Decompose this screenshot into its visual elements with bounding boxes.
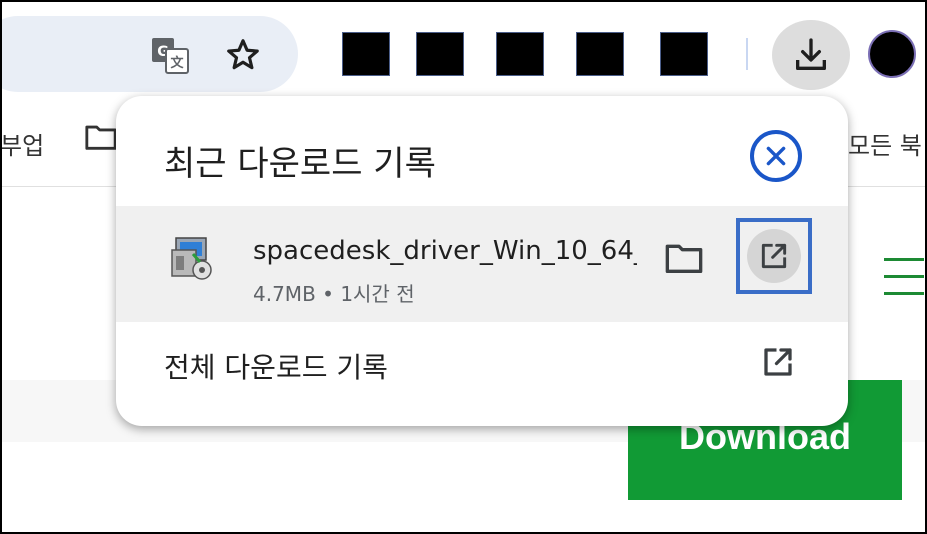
bookmark-star-icon[interactable] <box>222 34 264 76</box>
download-file-name[interactable]: spacedesk_driver_Win_10_64_ <box>253 236 637 266</box>
all-downloads-label[interactable]: 전체 다운로드 기록 <box>164 346 388 386</box>
open-file-button-bg <box>747 229 801 283</box>
translate-icon[interactable]: G 文 <box>150 36 190 76</box>
popup-title: 최근 다운로드 기록 <box>164 144 436 184</box>
close-button[interactable] <box>750 130 802 182</box>
extension-button-5[interactable] <box>660 32 708 76</box>
extension-button-4[interactable] <box>576 32 624 76</box>
extension-button-2[interactable] <box>416 32 464 76</box>
download-file-meta: 4.7MB • 1시간 전 <box>253 278 415 307</box>
installer-icon <box>166 232 218 288</box>
svg-text:文: 文 <box>170 55 184 71</box>
close-circle-icon <box>763 143 789 169</box>
download-time: 1시간 전 <box>340 282 415 306</box>
folder-icon <box>664 240 704 276</box>
bookmark-item-left[interactable]: 부업 <box>0 126 44 161</box>
open-external-icon[interactable] <box>760 344 796 384</box>
avatar[interactable] <box>868 30 916 78</box>
toolbar-separator <box>746 38 748 70</box>
download-item[interactable]: spacedesk_driver_Win_10_64_ 4.7MB • 1시간 … <box>116 206 848 322</box>
downloads-popup: 최근 다운로드 기록 spacedesk_driver_Win_10_64_ 4… <box>116 96 848 426</box>
download-icon <box>790 34 832 76</box>
open-file-button[interactable] <box>736 218 812 294</box>
bookmark-item-all[interactable]: 모든 북 <box>848 126 922 161</box>
all-downloads-row[interactable]: 전체 다운로드 기록 <box>116 322 848 406</box>
open-external-icon <box>758 240 790 272</box>
menu-lines-icon[interactable] <box>884 258 924 309</box>
browser-toolbar: G 文 <box>0 0 927 96</box>
extension-button-3[interactable] <box>496 32 544 76</box>
show-in-folder-button[interactable] <box>664 240 704 276</box>
extension-button-1[interactable] <box>342 32 390 76</box>
bookmark-folder-icon[interactable] <box>84 122 118 156</box>
download-file-size: 4.7MB <box>253 282 316 306</box>
meta-separator: • <box>322 282 334 306</box>
downloads-button[interactable] <box>772 20 850 90</box>
